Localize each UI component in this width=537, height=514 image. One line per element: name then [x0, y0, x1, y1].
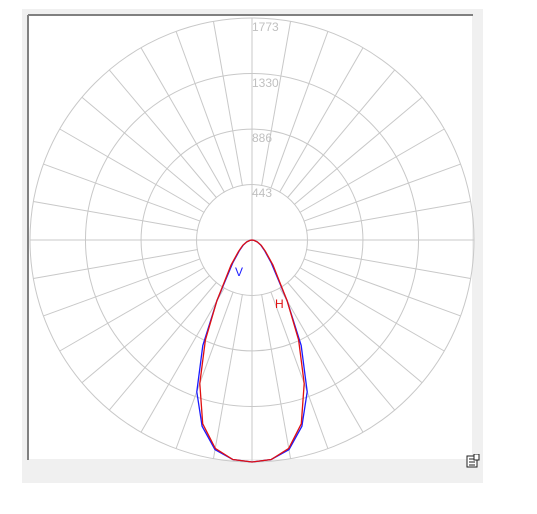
table-toggle-icon[interactable] [466, 453, 480, 468]
radial-tick-label: 886 [252, 131, 272, 145]
radial-tick-label: 1773 [252, 20, 279, 34]
table-icon-graphic [466, 453, 480, 468]
series-label-h: H [275, 297, 284, 311]
polar-chart: 443 886 1330 1773 V H [27, 14, 475, 463]
radial-tick-label: 443 [252, 186, 272, 200]
series-label-v: V [235, 265, 243, 279]
radial-tick-label: 1330 [252, 76, 279, 90]
